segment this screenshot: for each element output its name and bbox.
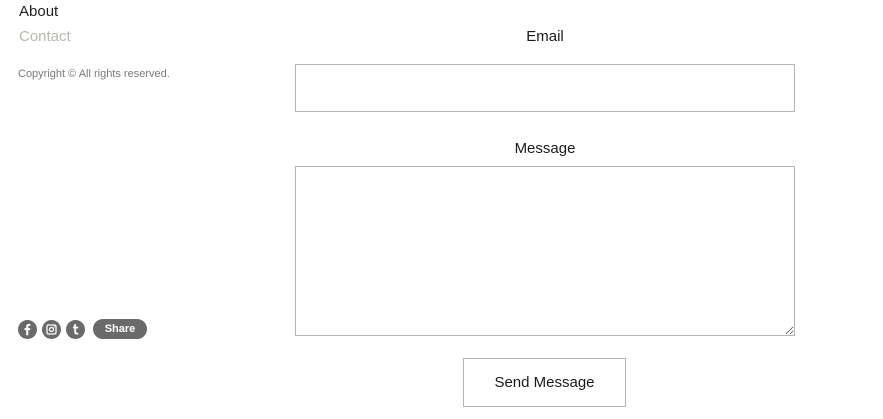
copyright-text: Copyright © All rights reserved. bbox=[18, 68, 170, 80]
message-label: Message bbox=[514, 140, 576, 157]
instagram-icon[interactable] bbox=[42, 319, 61, 339]
tumblr-icon[interactable] bbox=[66, 319, 85, 339]
contact-page: About Contact Copyright © All rights res… bbox=[0, 0, 883, 419]
social-bar: Share bbox=[18, 319, 147, 339]
share-button[interactable]: Share bbox=[93, 319, 147, 339]
email-label: Email bbox=[526, 28, 564, 45]
message-field[interactable] bbox=[295, 166, 795, 336]
nav-link-about[interactable]: About bbox=[19, 3, 58, 20]
facebook-icon[interactable] bbox=[18, 319, 37, 339]
email-field[interactable] bbox=[295, 64, 795, 112]
nav-link-contact[interactable]: Contact bbox=[19, 28, 71, 45]
send-message-button[interactable]: Send Message bbox=[463, 358, 626, 407]
